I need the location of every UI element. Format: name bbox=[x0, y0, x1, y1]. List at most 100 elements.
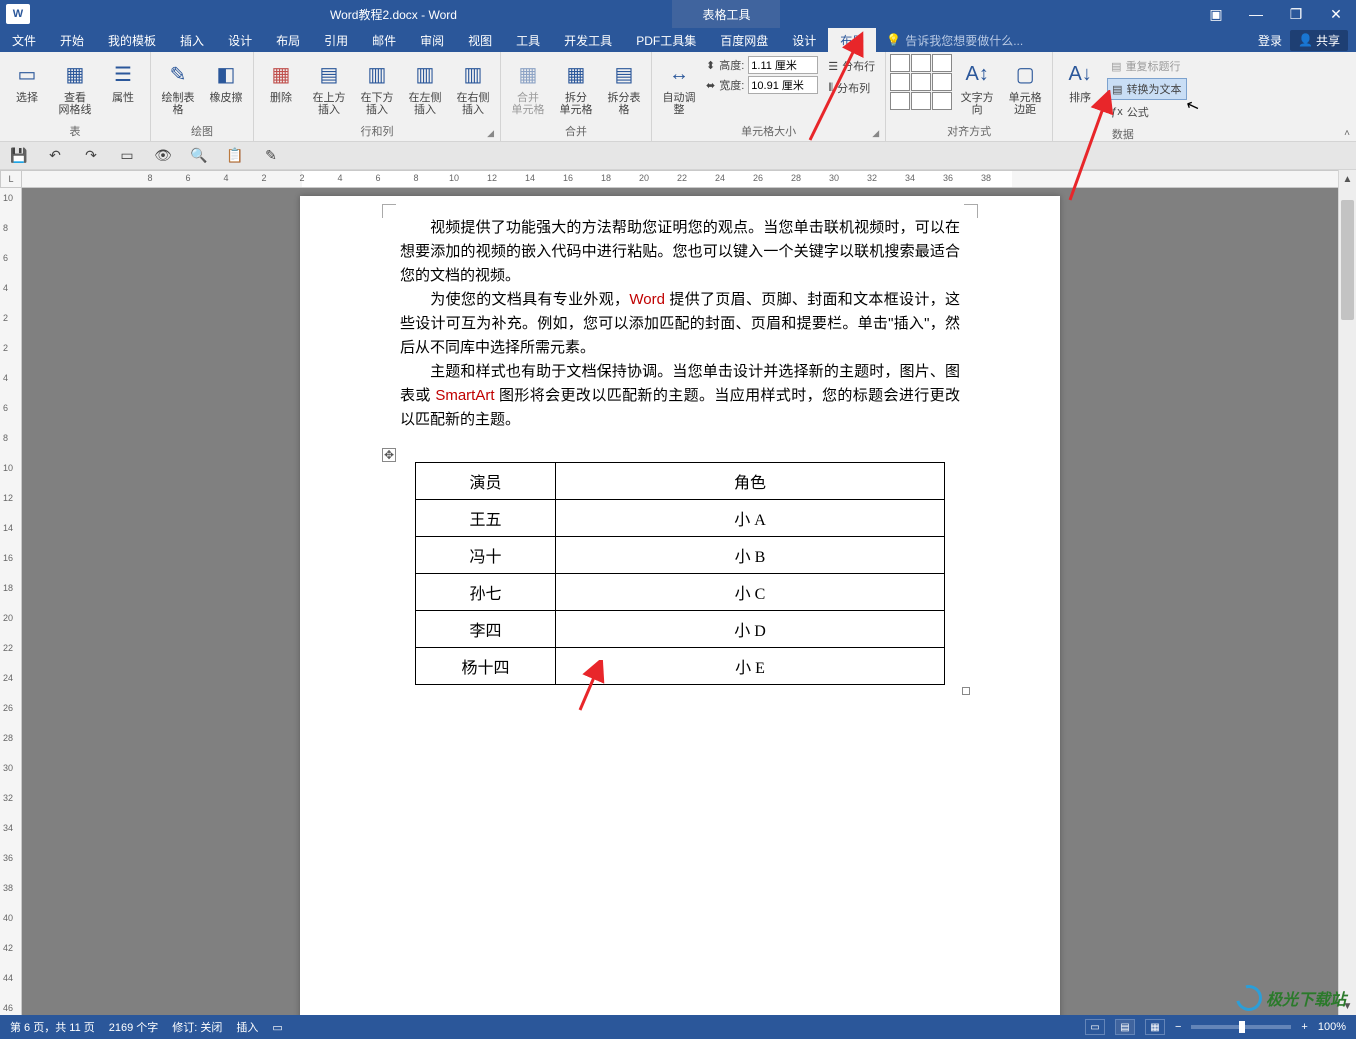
insert-left-button[interactable]: ▥在左侧插入 bbox=[402, 54, 448, 120]
cell-margins-button[interactable]: ▢单元格 边距 bbox=[1002, 54, 1048, 120]
ribbon-options-icon[interactable]: ▣ bbox=[1196, 0, 1236, 28]
document-table[interactable]: 演员角色王五小 A冯十小 B孙七小 C李四小 D杨十四小 E bbox=[415, 462, 945, 685]
align-bl[interactable] bbox=[890, 92, 910, 110]
zoom-slider[interactable] bbox=[1191, 1025, 1291, 1029]
launcher-icon[interactable]: ◢ bbox=[487, 128, 494, 139]
qat-btn-4[interactable]: 📋 bbox=[226, 147, 244, 164]
tab-view[interactable]: 视图 bbox=[456, 28, 504, 52]
status-page[interactable]: 第 6 页，共 11 页 bbox=[10, 1019, 95, 1035]
align-tr[interactable] bbox=[932, 54, 952, 72]
width-input[interactable] bbox=[748, 76, 818, 94]
tab-mytemplates[interactable]: 我的模板 bbox=[96, 28, 168, 52]
table-row[interactable]: 王五小 A bbox=[416, 500, 945, 537]
vertical-scrollbar[interactable]: ▲ ▼ bbox=[1338, 170, 1356, 1015]
select-button[interactable]: ▭选择 bbox=[4, 54, 50, 108]
share-button[interactable]: 👤 共享 bbox=[1290, 30, 1348, 51]
formula-button[interactable]: ƒx公式 bbox=[1107, 102, 1186, 122]
tab-review[interactable]: 审阅 bbox=[408, 28, 456, 52]
table-cell[interactable]: 李四 bbox=[416, 611, 556, 648]
view-gridlines-button[interactable]: ▦查看 网格线 bbox=[52, 54, 98, 120]
align-bc[interactable] bbox=[911, 92, 931, 110]
zoom-level[interactable]: 100% bbox=[1318, 1021, 1346, 1033]
tab-design[interactable]: 设计 bbox=[216, 28, 264, 52]
table-cell[interactable]: 小 B bbox=[556, 537, 945, 574]
align-br[interactable] bbox=[932, 92, 952, 110]
table-resize-handle[interactable] bbox=[962, 687, 970, 695]
table-cell[interactable]: 小 C bbox=[556, 574, 945, 611]
redo-icon[interactable]: ↷ bbox=[82, 147, 100, 164]
table-row[interactable]: 孙七小 C bbox=[416, 574, 945, 611]
qat-btn-1[interactable]: ▭ bbox=[118, 147, 136, 164]
save-icon[interactable]: 💾 bbox=[10, 147, 28, 164]
tab-tools[interactable]: 工具 bbox=[504, 28, 552, 52]
draw-table-button[interactable]: ✎绘制表格 bbox=[155, 54, 201, 120]
vertical-ruler[interactable]: 1086422468101214161820222426283032343638… bbox=[0, 188, 22, 1015]
launcher-icon[interactable]: ◢ bbox=[872, 128, 879, 139]
table-cell[interactable]: 演员 bbox=[416, 463, 556, 500]
split-cells-button[interactable]: ▦拆分 单元格 bbox=[553, 54, 599, 120]
scrollbar-thumb[interactable] bbox=[1341, 200, 1354, 320]
align-tc[interactable] bbox=[911, 54, 931, 72]
ruler-corner[interactable]: L bbox=[0, 170, 22, 188]
qat-btn-2[interactable]: 👁 bbox=[154, 147, 172, 164]
view-print-icon[interactable]: ▤ bbox=[1115, 1019, 1135, 1035]
tab-insert[interactable]: 插入 bbox=[168, 28, 216, 52]
autofit-button[interactable]: ↔自动调整 bbox=[656, 54, 702, 120]
scroll-down-icon[interactable]: ▼ bbox=[1339, 997, 1356, 1015]
zoom-in-icon[interactable]: + bbox=[1301, 1021, 1307, 1033]
insert-right-button[interactable]: ▥在右侧插入 bbox=[450, 54, 496, 120]
align-mr[interactable] bbox=[932, 73, 952, 91]
restore-button[interactable]: ❐ bbox=[1276, 0, 1316, 28]
horizontal-ruler[interactable]: 86422468101214161820222426283032343638 bbox=[22, 170, 1338, 188]
delete-button[interactable]: ▦删除 bbox=[258, 54, 304, 108]
minimize-button[interactable]: — bbox=[1236, 0, 1276, 28]
table-cell[interactable]: 王五 bbox=[416, 500, 556, 537]
qat-btn-3[interactable]: 🔍 bbox=[190, 147, 208, 164]
table-row[interactable]: 冯十小 B bbox=[416, 537, 945, 574]
view-read-icon[interactable]: ▭ bbox=[1085, 1019, 1105, 1035]
paragraph[interactable]: 为使您的文档具有专业外观，Word 提供了页眉、页脚、封面和文本框设计，这些设计… bbox=[400, 288, 960, 360]
insert-above-button[interactable]: ▤在上方插入 bbox=[306, 54, 352, 120]
convert-to-text-button[interactable]: ▤转换为文本 bbox=[1107, 78, 1186, 100]
status-extra-icon[interactable]: ▭ bbox=[272, 1021, 282, 1034]
table-cell[interactable]: 冯十 bbox=[416, 537, 556, 574]
table-cell[interactable]: 小 E bbox=[556, 648, 945, 685]
zoom-thumb[interactable] bbox=[1239, 1021, 1245, 1033]
tab-table-layout[interactable]: 布局 bbox=[828, 28, 876, 52]
distribute-cols-button[interactable]: ⦀分布列 bbox=[824, 78, 879, 98]
zoom-out-icon[interactable]: − bbox=[1175, 1021, 1181, 1033]
collapse-ribbon-icon[interactable]: ˄ bbox=[1344, 128, 1350, 139]
table-cell[interactable]: 孙七 bbox=[416, 574, 556, 611]
tab-layout[interactable]: 布局 bbox=[264, 28, 312, 52]
table-cell[interactable]: 小 A bbox=[556, 500, 945, 537]
tab-table-design[interactable]: 设计 bbox=[780, 28, 828, 52]
eraser-button[interactable]: ◧橡皮擦 bbox=[203, 54, 249, 108]
qat-btn-5[interactable]: ✎ bbox=[262, 147, 280, 164]
tab-file[interactable]: 文件 bbox=[0, 28, 48, 52]
paragraph[interactable]: 视频提供了功能强大的方法帮助您证明您的观点。当您单击联机视频时，可以在想要添加的… bbox=[400, 216, 960, 288]
table-cell[interactable]: 小 D bbox=[556, 611, 945, 648]
tab-developer[interactable]: 开发工具 bbox=[552, 28, 624, 52]
tab-baidu[interactable]: 百度网盘 bbox=[708, 28, 780, 52]
distribute-rows-button[interactable]: ☰分布行 bbox=[824, 56, 879, 76]
align-ml[interactable] bbox=[890, 73, 910, 91]
repeat-header-button[interactable]: ▤重复标题行 bbox=[1107, 56, 1186, 76]
table-row[interactable]: 杨十四小 E bbox=[416, 648, 945, 685]
split-table-button[interactable]: ▤拆分表格 bbox=[601, 54, 647, 120]
close-button[interactable]: ✕ bbox=[1316, 0, 1356, 28]
height-input[interactable] bbox=[748, 56, 818, 74]
insert-below-button[interactable]: ▥在下方插入 bbox=[354, 54, 400, 120]
undo-icon[interactable]: ↶ bbox=[46, 147, 64, 164]
status-words[interactable]: 2169 个字 bbox=[109, 1019, 159, 1035]
tab-references[interactable]: 引用 bbox=[312, 28, 360, 52]
merge-cells-button[interactable]: ▦合并 单元格 bbox=[505, 54, 551, 120]
tab-pdftools[interactable]: PDF工具集 bbox=[624, 28, 708, 52]
login-link[interactable]: 登录 bbox=[1258, 32, 1282, 49]
properties-button[interactable]: ☰属性 bbox=[100, 54, 146, 108]
table-move-handle[interactable]: ✥ bbox=[382, 448, 396, 462]
sort-button[interactable]: A↓排序 bbox=[1057, 54, 1103, 108]
view-web-icon[interactable]: ▦ bbox=[1145, 1019, 1165, 1035]
status-track[interactable]: 修订: 关闭 bbox=[172, 1019, 222, 1035]
align-mc[interactable] bbox=[911, 73, 931, 91]
scroll-up-icon[interactable]: ▲ bbox=[1339, 170, 1356, 188]
